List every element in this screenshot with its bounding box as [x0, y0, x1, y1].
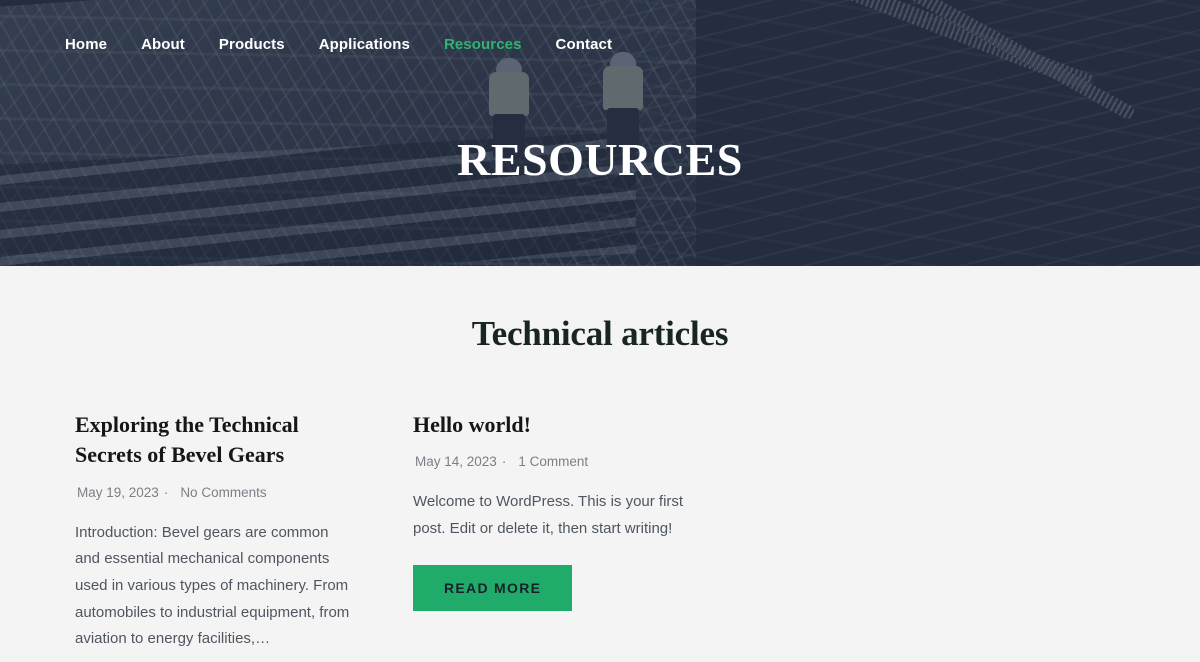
post-date: May 19, 2023 — [77, 484, 159, 500]
meta-separator: · — [501, 454, 507, 470]
post-meta: May 19, 2023 · No Comments — [75, 485, 355, 500]
post-excerpt: Introduction: Bevel gears are common and… — [75, 523, 350, 648]
section-heading: Technical articles — [471, 314, 729, 353]
page-title: RESOURCES — [457, 134, 743, 185]
post-title-link[interactable]: Exploring the Technical Secrets of Bevel… — [75, 410, 355, 471]
nav-item-products[interactable]: Products — [219, 36, 285, 53]
read-more-button[interactable]: READ MORE — [413, 564, 573, 611]
post-excerpt: Welcome to WordPress. This is your first… — [413, 493, 684, 538]
post-comments-link[interactable]: 1 Comment — [518, 454, 588, 469]
post-list: Exploring the Technical Secrets of Bevel… — [0, 410, 1200, 653]
post-card: Exploring the Technical Secrets of Bevel… — [75, 410, 355, 653]
nav-item-applications[interactable]: Applications — [319, 36, 410, 53]
main-content: Technical articles Exploring the Technic… — [0, 266, 1200, 654]
post-meta: May 14, 2023 · 1 Comment — [413, 454, 693, 469]
nav-item-about[interactable]: About — [141, 36, 185, 53]
post-comments-link[interactable]: No Comments — [180, 485, 266, 500]
nav-item-resources[interactable]: Resources — [444, 36, 522, 53]
hero-banner: Home About Products Applications Resourc… — [0, 0, 1200, 266]
nav-item-home[interactable]: Home — [65, 36, 107, 53]
main-navigation: Home About Products Applications Resourc… — [0, 0, 1200, 88]
post-card: Hello world! May 14, 2023 · 1 Comment Welc… — [413, 410, 693, 653]
post-title-link[interactable]: Hello world! — [413, 410, 693, 440]
meta-separator: · — [163, 484, 169, 500]
post-date: May 14, 2023 — [415, 454, 497, 470]
nav-item-contact[interactable]: Contact — [556, 36, 613, 53]
